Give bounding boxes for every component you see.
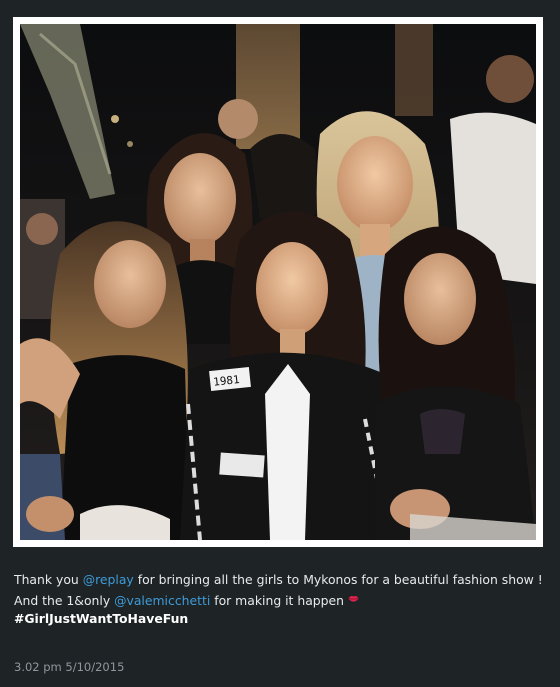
photo-frame: 1981 [13, 17, 543, 547]
post-timestamp: 3.02 pm 5/10/2015 [14, 660, 125, 674]
lips-kiss-icon [348, 589, 359, 602]
post-caption: Thank you @replay for bringing all the g… [14, 571, 546, 628]
social-post: 1981 Thank you @replay for bringing all … [0, 0, 560, 687]
post-photo[interactable]: 1981 [20, 24, 536, 540]
caption-text: for making it happen [210, 593, 345, 608]
mention-valemicchetti-link[interactable]: @valemicchetti [114, 593, 210, 608]
photo-illustration: 1981 [20, 24, 536, 540]
caption-text: Thank you [14, 572, 83, 587]
mention-replay-link[interactable]: @replay [83, 572, 134, 587]
hashtag-link[interactable]: #GirlJustWantToHaveFun [14, 611, 188, 626]
jacket-patch-text: 1981 [213, 373, 241, 389]
